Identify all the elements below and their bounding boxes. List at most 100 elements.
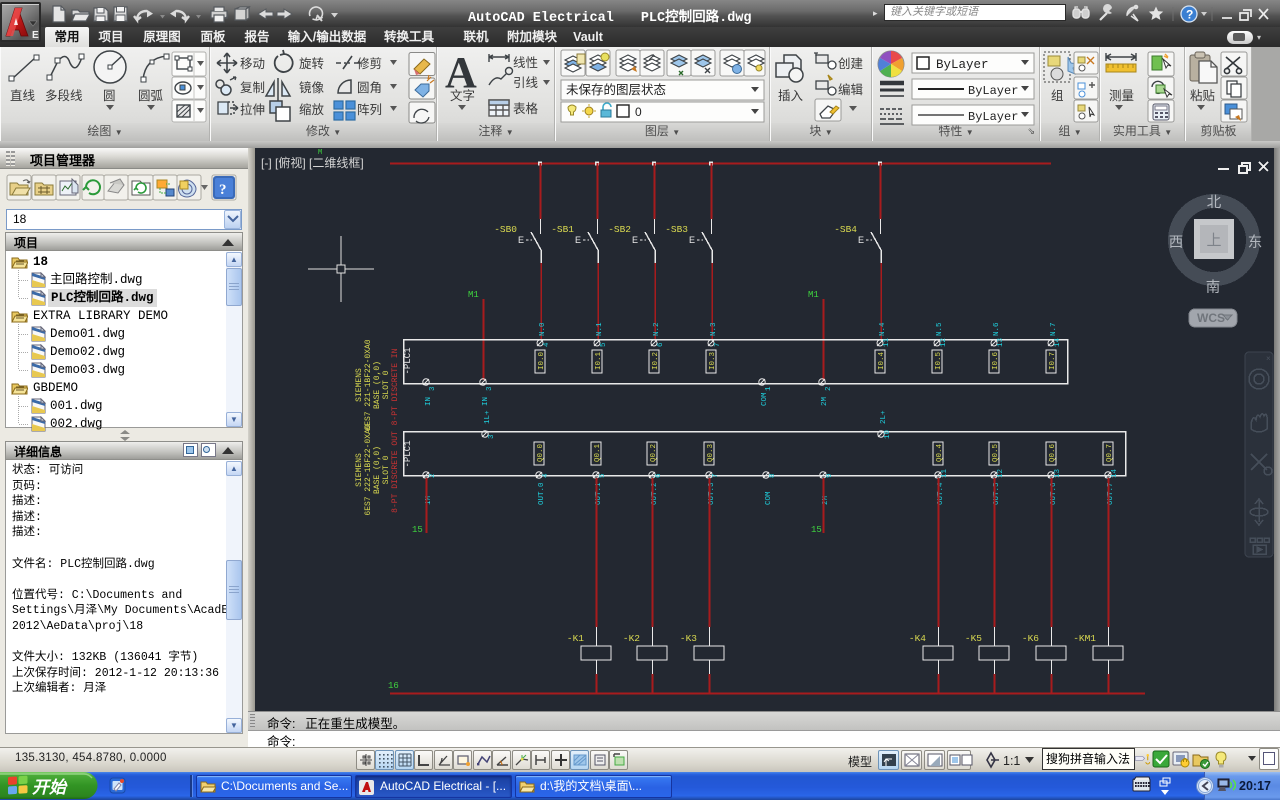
svg-text:M1: M1 <box>808 290 819 300</box>
svg-text:×: × <box>1266 354 1271 363</box>
svg-text:I0.0: I0.0 <box>538 351 546 370</box>
svg-text:5: 5 <box>599 473 607 478</box>
svg-text:-KM1: -KM1 <box>1073 633 1096 644</box>
svg-text:E: E <box>518 235 524 245</box>
svg-text:1L+: 1L+ <box>484 410 492 424</box>
svg-text:表格: 表格 <box>513 101 539 116</box>
svg-text:3: 3 <box>486 386 494 391</box>
svg-text:N.3: N.3 <box>710 322 718 336</box>
svg-text:Q0.3: Q0.3 <box>707 443 715 462</box>
svg-text:ByLayer: ByLayer <box>968 110 1018 124</box>
svg-text:IN: IN <box>482 397 490 406</box>
svg-text:-PLC1: -PLC1 <box>403 347 413 374</box>
svg-text:修剪: 修剪 <box>357 56 382 71</box>
svg-text:?: ? <box>219 182 227 198</box>
svg-text:4: 4 <box>543 342 551 347</box>
svg-text:WCS: WCS <box>1197 311 1225 325</box>
svg-text:8-PT DISCRETE IN: 8-PT DISCRETE IN <box>391 348 400 425</box>
svg-text:N.5: N.5 <box>936 322 944 336</box>
svg-text:北: 北 <box>1207 194 1222 211</box>
svg-text:BASE (0,0): BASE (0,0) <box>373 361 382 409</box>
svg-text:[-] [俯视] [二维线框]: [-] [俯视] [二维线框] <box>261 155 364 170</box>
svg-text:7: 7 <box>712 473 720 478</box>
svg-text:6: 6 <box>657 342 665 347</box>
svg-text:9: 9 <box>826 473 834 478</box>
svg-text:N.0: N.0 <box>539 322 547 336</box>
svg-text:E: E <box>858 235 864 245</box>
svg-text:2L+: 2L+ <box>880 410 888 424</box>
svg-text:IN: IN <box>425 397 433 406</box>
svg-text:镜像: 镜像 <box>299 80 325 95</box>
svg-text:15: 15 <box>412 525 423 535</box>
svg-text:COM: COM <box>761 392 769 406</box>
svg-text:11: 11 <box>941 468 949 478</box>
svg-text:Q0.0: Q0.0 <box>537 443 545 462</box>
svg-text:I0.4: I0.4 <box>878 351 886 370</box>
svg-text:6ES7 221-1BF22-0XA0: 6ES7 221-1BF22-0XA0 <box>364 339 373 430</box>
svg-text:3: 3 <box>488 434 496 439</box>
svg-text:1:1: 1:1 <box>1003 754 1020 768</box>
svg-text:?: ? <box>1186 8 1193 22</box>
svg-text:COM: COM <box>765 491 773 505</box>
svg-text:6: 6 <box>655 473 663 478</box>
svg-text:2: 2 <box>429 473 437 478</box>
svg-text:14: 14 <box>1054 337 1062 347</box>
svg-text:-K4: -K4 <box>909 633 926 644</box>
svg-text:上: 上 <box>1206 232 1221 249</box>
svg-text:8: 8 <box>769 473 777 478</box>
svg-text:-SB1: -SB1 <box>551 224 574 235</box>
svg-text:Q0.4: Q0.4 <box>936 443 944 462</box>
svg-text:10: 10 <box>884 429 892 439</box>
svg-text:13: 13 <box>1054 468 1062 478</box>
svg-text:组: 组 <box>1051 89 1064 103</box>
svg-text:开始: 开始 <box>32 778 68 797</box>
svg-text:E: E <box>32 30 39 40</box>
svg-text:BASE (0,0): BASE (0,0) <box>373 446 382 494</box>
svg-text:-SB0: -SB0 <box>494 224 517 235</box>
svg-text:7: 7 <box>714 342 722 347</box>
svg-text:-SB2: -SB2 <box>608 224 631 235</box>
svg-text:E: E <box>689 235 695 245</box>
svg-text:11: 11 <box>883 337 891 347</box>
svg-text:-K1: -K1 <box>567 633 584 644</box>
svg-text:文字: 文字 <box>450 88 475 103</box>
svg-text:阵列: 阵列 <box>357 103 382 117</box>
svg-text:I0.6: I0.6 <box>992 351 1000 370</box>
svg-text:缩放: 缩放 <box>299 102 325 117</box>
svg-text:创建: 创建 <box>838 57 864 71</box>
svg-text:N.6: N.6 <box>993 322 1001 336</box>
svg-text:Q0.1: Q0.1 <box>594 443 602 462</box>
svg-text:I0.7: I0.7 <box>1049 352 1057 370</box>
svg-text:复制: 复制 <box>240 81 265 95</box>
svg-text:N.7: N.7 <box>1050 322 1058 336</box>
svg-text:-SB4: -SB4 <box>834 224 857 235</box>
svg-text:12: 12 <box>940 338 948 347</box>
svg-text:东: 东 <box>1248 234 1263 251</box>
svg-text:-K2: -K2 <box>623 633 640 644</box>
svg-text:粘贴: 粘贴 <box>1190 88 1215 103</box>
svg-text:南: 南 <box>1206 279 1221 296</box>
svg-text:-SB3: -SB3 <box>665 224 688 235</box>
svg-text:N.4: N.4 <box>879 322 887 336</box>
svg-text:圆角: 圆角 <box>357 81 382 95</box>
svg-text:SIEMENS: SIEMENS <box>355 453 364 487</box>
svg-text:移动: 移动 <box>240 57 265 71</box>
svg-text:Q0.7: Q0.7 <box>1106 444 1114 462</box>
svg-text:拉伸: 拉伸 <box>240 102 265 117</box>
svg-text:2M: 2M <box>821 396 829 406</box>
svg-text:插入: 插入 <box>778 89 804 103</box>
svg-text:M: M <box>318 149 322 157</box>
svg-text:OUT.0: OUT.0 <box>538 482 546 505</box>
svg-text:I0.1: I0.1 <box>595 351 603 370</box>
svg-text:4: 4 <box>542 473 550 478</box>
svg-text:ByLayer: ByLayer <box>968 84 1018 98</box>
svg-text:SIEMENS: SIEMENS <box>355 368 364 402</box>
svg-text:I0.2: I0.2 <box>652 352 660 370</box>
svg-text:Q0.2: Q0.2 <box>650 444 658 462</box>
svg-text:M1: M1 <box>468 290 479 300</box>
svg-text:8-PT DISCRETE OUT: 8-PT DISCRETE OUT <box>391 431 400 513</box>
svg-text:Q0.5: Q0.5 <box>992 443 1000 462</box>
svg-text:编辑: 编辑 <box>838 82 863 97</box>
svg-text:多段线: 多段线 <box>45 88 83 103</box>
svg-text:12: 12 <box>997 469 1005 478</box>
